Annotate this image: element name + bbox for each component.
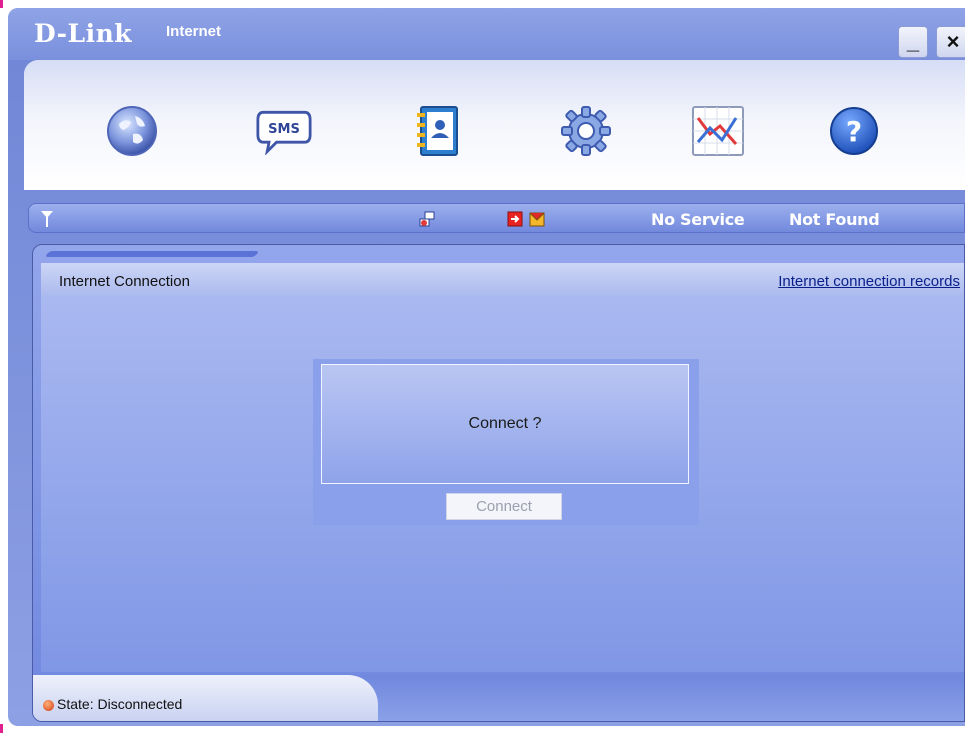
- status-bar: State: Disconnected: [33, 675, 964, 721]
- main-panel: Internet Connection Internet connection …: [32, 244, 965, 722]
- window-edge-marker: [0, 724, 3, 733]
- disconnected-status-icon: [43, 700, 54, 711]
- connect-dialog: Connect ? Connect: [313, 359, 699, 525]
- panel-header: Internet Connection Internet connection …: [41, 263, 964, 298]
- close-button[interactable]: ×: [936, 26, 965, 58]
- connect-message-box: Connect ?: [321, 364, 689, 484]
- status-strip: No Service Not Found: [28, 203, 965, 233]
- internet-button[interactable]: [104, 103, 160, 159]
- main-toolbar: SMS ?: [24, 60, 965, 190]
- settings-button[interactable]: [558, 103, 614, 159]
- statistics-button[interactable]: [690, 103, 746, 159]
- connect-button[interactable]: Connect: [446, 493, 562, 520]
- title-bar: D-Link Internet _ ×: [8, 8, 965, 60]
- sms-label: SMS: [268, 122, 300, 137]
- sms-mailbox-icon: [529, 212, 545, 227]
- statistics-chart-icon: [692, 106, 744, 156]
- help-button[interactable]: ?: [826, 103, 882, 159]
- sms-bubble-icon: SMS: [256, 110, 312, 155]
- panel-body: Connect ? Connect: [41, 297, 964, 672]
- window-edge-marker: [0, 0, 3, 8]
- sms-button[interactable]: SMS: [256, 103, 312, 159]
- gear-icon: [561, 106, 611, 156]
- connection-state: State: Disconnected: [57, 696, 183, 712]
- phonebook-button[interactable]: [410, 103, 466, 159]
- device-status: Not Found: [789, 210, 880, 229]
- panel-tab-decoration: [44, 251, 260, 257]
- help-icon: ?: [830, 107, 878, 155]
- app-title: Internet: [166, 23, 222, 40]
- contacts-book-icon: [417, 106, 458, 156]
- brand-logo: D-Link: [34, 19, 133, 48]
- state-tab: State: Disconnected: [33, 675, 378, 721]
- connect-prompt: Connect ?: [468, 415, 542, 432]
- app-window: D-Link Internet _ × SMS ? No Service Not…: [8, 8, 965, 726]
- connection-records-link[interactable]: Internet connection records: [778, 273, 960, 290]
- network-connection-icon: [419, 211, 435, 227]
- panel-title: Internet Connection: [59, 273, 190, 290]
- service-status: No Service: [651, 210, 745, 229]
- globe-icon: [107, 106, 157, 156]
- help-label: ?: [846, 115, 862, 148]
- minimize-button[interactable]: _: [898, 26, 928, 58]
- antenna-icon: [41, 211, 53, 227]
- sim-out-icon: [507, 211, 523, 227]
